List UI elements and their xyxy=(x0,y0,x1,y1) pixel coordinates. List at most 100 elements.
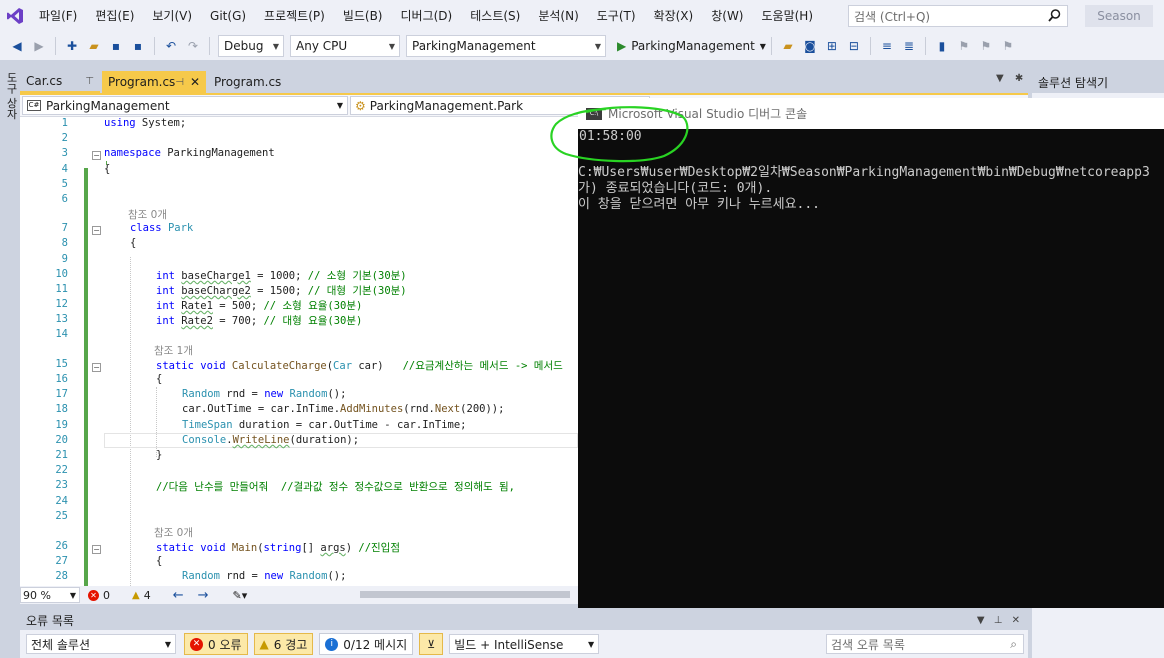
fold-toggle[interactable]: − xyxy=(92,226,101,235)
code-line: { xyxy=(104,163,111,175)
code-area[interactable]: − − − − 1 2 3 4 5 6 7 8 9 10 11 12 13 14… xyxy=(20,117,578,588)
code-line: { xyxy=(156,555,163,567)
search-icon xyxy=(1048,9,1061,25)
errors-filter-button[interactable]: ✕ 0 오류 xyxy=(184,633,248,655)
code-line: TimeSpan duration = car.OutTime - car.In… xyxy=(182,419,467,431)
tab-program-cs-active[interactable]: Program.cs ⊣ ✕ xyxy=(102,71,206,93)
next-issue-icon[interactable]: → xyxy=(198,588,209,603)
browse-folder-icon[interactable]: ▰ xyxy=(779,37,797,55)
menu-item[interactable]: 도움말(H) xyxy=(753,0,823,32)
messages-filter-button[interactable]: i 0/12 메시지 xyxy=(319,633,414,655)
menu-item[interactable]: 파일(F) xyxy=(30,0,86,32)
bookmark-icon[interactable]: ▮ xyxy=(933,37,951,55)
filter-toggle-button[interactable]: ⊻ xyxy=(419,633,444,655)
code-line: { xyxy=(156,373,163,385)
close-icon[interactable]: ✕ xyxy=(1012,615,1020,626)
change-indicator xyxy=(84,168,88,588)
clear-bookmarks-icon[interactable]: ⚑ xyxy=(999,37,1017,55)
pin-icon[interactable]: ⊣ xyxy=(175,77,184,88)
warning-count: 4 xyxy=(143,588,151,602)
next-bookmark-icon[interactable]: ⚑ xyxy=(977,37,995,55)
dropdown-icon[interactable]: ▼ xyxy=(977,615,985,626)
new-project-icon[interactable]: ✚ xyxy=(63,37,81,55)
save-all-icon[interactable]: ▪ xyxy=(129,37,147,55)
code-line: int baseCharge2 = 1500; // 대형 기본(30분) xyxy=(156,285,407,297)
code-line: int Rate1 = 500; // 소형 요율(30분) xyxy=(156,300,363,312)
toolbar-separator xyxy=(154,37,155,55)
debug-console-window[interactable]: C:\ Microsoft Visual Studio 디버그 콘솔 01:58… xyxy=(578,98,1164,608)
codelens-references[interactable]: 참조 1개 xyxy=(154,343,193,358)
error-scope-select[interactable]: 전체 솔루션 ▼ xyxy=(26,634,176,654)
solution-configuration-select[interactable]: Debug ▼ xyxy=(218,35,284,57)
save-icon[interactable]: ▪ xyxy=(107,37,125,55)
start-debugging-label: ParkingManagement xyxy=(631,39,755,53)
global-search-box[interactable]: 검색 (Ctrl+Q) xyxy=(848,5,1068,27)
codelens-references[interactable]: 참조 0개 xyxy=(128,207,167,222)
undo-icon[interactable]: ↶ xyxy=(162,37,180,55)
project-dropdown[interactable]: C# ParkingManagement ▼ xyxy=(22,96,348,115)
menu-item[interactable]: Git(G) xyxy=(201,0,255,32)
comment-icon[interactable]: ≡ xyxy=(878,37,896,55)
tab-program-cs[interactable]: Program.cs xyxy=(208,71,304,93)
prev-bookmark-icon[interactable]: ⚑ xyxy=(955,37,973,55)
settings-icon[interactable]: ✱ xyxy=(1015,73,1023,84)
error-list-title: 오류 목록 xyxy=(26,613,74,628)
start-debugging-button[interactable]: ▶ ParkingManagement ▼ xyxy=(617,39,766,53)
tab-overflow-icon[interactable]: ▼ xyxy=(996,73,1004,84)
toolbar-separator xyxy=(924,37,926,55)
line-number: 14 xyxy=(55,328,68,340)
pin-icon[interactable]: ⊥ xyxy=(994,615,1003,626)
account-button[interactable]: Season xyxy=(1085,5,1153,27)
pin-icon[interactable]: ⊤ xyxy=(85,76,94,87)
code-line: Random rnd = new Random(); xyxy=(182,388,347,400)
fold-toggle[interactable]: − xyxy=(92,545,101,554)
build-filter-select[interactable]: 빌드 + IntelliSense ▼ xyxy=(449,634,600,654)
forward-icon[interactable]: ▶ xyxy=(30,37,48,55)
hot-reload-icon[interactable]: ⊞ xyxy=(823,37,841,55)
open-folder-icon[interactable]: ▰ xyxy=(85,37,103,55)
menu-item[interactable]: 빌드(B) xyxy=(334,0,392,32)
menu-item[interactable]: 도구(T) xyxy=(588,0,645,32)
error-list-search[interactable]: 검색 오류 목록 ⌕ xyxy=(826,634,1024,654)
class-icon: ⚙ xyxy=(355,98,366,113)
line-number: 11 xyxy=(55,283,68,295)
console-title-bar[interactable]: C:\ Microsoft Visual Studio 디버그 콘솔 xyxy=(578,98,1164,129)
menu-item[interactable]: 프로젝트(P) xyxy=(255,0,334,32)
solution-platform-select[interactable]: Any CPU ▼ xyxy=(290,35,400,57)
code-line: static void Main(string[] args) //진입점 xyxy=(156,542,400,554)
previous-issue-icon[interactable]: ← xyxy=(173,588,184,603)
menu-item[interactable]: 보기(V) xyxy=(143,0,201,32)
toolbox-tab[interactable]: 도구 상자 xyxy=(3,72,19,120)
warning-count-indicator[interactable]: ▲ 4 xyxy=(132,589,151,602)
close-icon[interactable]: ✕ xyxy=(190,75,200,89)
tab-label: Program.cs xyxy=(108,75,176,89)
error-count-indicator[interactable]: ✕ 0 xyxy=(88,589,110,602)
uncomment-icon[interactable]: ≣ xyxy=(900,37,918,55)
line-number: 2 xyxy=(61,132,68,144)
fold-toggle[interactable]: − xyxy=(92,363,101,372)
zoom-select[interactable]: 90 % ▼ xyxy=(20,587,80,603)
menu-item[interactable]: 확장(X) xyxy=(645,0,703,32)
step-into-icon[interactable]: ⊟ xyxy=(845,37,863,55)
screenshot-icon[interactable]: ◙ xyxy=(801,37,819,55)
line-number: 10 xyxy=(55,268,68,280)
code-cleanup-icon[interactable]: ✎▾ xyxy=(233,589,248,602)
menu-item[interactable]: 편집(E) xyxy=(86,0,143,32)
error-icon: ✕ xyxy=(190,637,203,651)
back-icon[interactable]: ◀ xyxy=(8,37,26,55)
csharp-project-icon: C# xyxy=(27,100,41,111)
redo-icon[interactable]: ↷ xyxy=(184,37,202,55)
tab-label: Car.cs xyxy=(26,74,63,88)
warnings-filter-button[interactable]: ▲ 6 경고 xyxy=(253,633,314,655)
tab-car-cs[interactable]: Car.cs ⊤ xyxy=(20,71,100,93)
menu-item[interactable]: 테스트(S) xyxy=(461,0,529,32)
menu-item[interactable]: 창(W) xyxy=(702,0,752,32)
fold-toggle[interactable]: − xyxy=(92,151,101,160)
menu-items: 파일(F) 편집(E) 보기(V) Git(G) 프로젝트(P) 빌드(B) 디버그(D) 테… xyxy=(30,0,822,32)
startup-project-select[interactable]: ParkingManagement ▼ xyxy=(406,35,606,57)
horizontal-scrollbar[interactable] xyxy=(360,591,570,598)
code-line: static void CalculateCharge(Car car) //요… xyxy=(156,360,563,372)
menu-item[interactable]: 디버그(D) xyxy=(392,0,462,32)
codelens-references[interactable]: 참조 0개 xyxy=(154,525,193,540)
menu-item[interactable]: 분석(N) xyxy=(529,0,587,32)
